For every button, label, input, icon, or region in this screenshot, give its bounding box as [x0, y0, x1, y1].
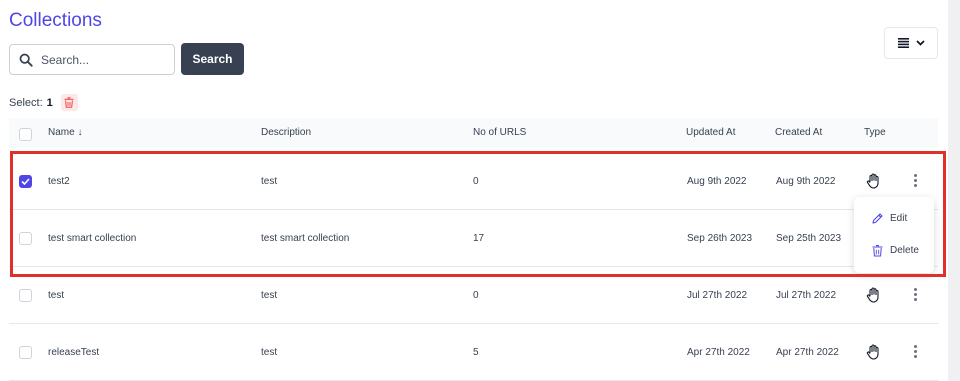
- row-url-count: 0: [473, 176, 479, 187]
- row-actions-dropdown: Edit Delete: [854, 197, 934, 273]
- row-name[interactable]: test2: [48, 176, 70, 187]
- search-input[interactable]: [41, 52, 161, 67]
- row-description: test smart collection: [261, 233, 350, 244]
- search-button[interactable]: Search: [181, 43, 244, 75]
- table-header: Name ↓ Description No of URLS Updated At…: [9, 118, 938, 148]
- page-title: Collections: [9, 10, 102, 31]
- row-description: test: [261, 347, 278, 358]
- select-all-checkbox[interactable]: [19, 128, 32, 141]
- row-checkbox[interactable]: [19, 289, 32, 302]
- table-row[interactable]: test2 test 0 Aug 9th 2022 Aug 9th 2022: [9, 153, 938, 210]
- view-toggle-button[interactable]: [884, 27, 938, 59]
- hand-icon: [866, 173, 879, 189]
- edit-menu-item[interactable]: Edit: [854, 203, 934, 233]
- row-name[interactable]: releaseTest: [48, 347, 99, 358]
- row-actions-menu-button[interactable]: [910, 345, 920, 361]
- row-updated-at: Aug 9th 2022: [687, 176, 747, 187]
- hand-icon: [866, 344, 879, 360]
- column-header-description[interactable]: Description: [261, 127, 311, 138]
- row-actions-menu-button[interactable]: [910, 174, 920, 190]
- vertical-scrollbar[interactable]: [948, 0, 960, 381]
- table-row[interactable]: test test 0 Jul 27th 2022 Jul 27th 2022: [9, 267, 938, 324]
- hand-icon: [866, 287, 879, 303]
- row-name[interactable]: test: [48, 290, 64, 301]
- column-header-urls[interactable]: No of URLS: [473, 127, 526, 138]
- delete-label: Delete: [890, 244, 919, 256]
- row-url-count: 17: [473, 233, 485, 244]
- pencil-icon: [872, 212, 883, 224]
- row-updated-at: Sep 26th 2023: [687, 233, 753, 244]
- column-header-updated-at[interactable]: Updated At: [686, 127, 735, 138]
- row-created-at: Aug 9th 2022: [776, 176, 836, 187]
- column-header-name[interactable]: Name ↓: [48, 127, 82, 138]
- row-updated-at: Apr 27th 2022: [687, 347, 750, 358]
- bulk-delete-button[interactable]: [60, 94, 78, 111]
- delete-menu-item[interactable]: Delete: [854, 235, 934, 265]
- row-created-at: Apr 27th 2022: [776, 347, 839, 358]
- selection-count: 1: [46, 96, 53, 109]
- row-description: test: [261, 290, 278, 301]
- column-header-created-at[interactable]: Created At: [775, 127, 822, 138]
- checkmark-icon: [21, 178, 30, 185]
- list-view-icon: [897, 38, 909, 48]
- table-row[interactable]: releaseTest test 5 Apr 27th 2022 Apr 27t…: [9, 324, 938, 381]
- row-actions-menu-button[interactable]: [910, 288, 920, 304]
- search-field[interactable]: [9, 44, 175, 75]
- row-checkbox[interactable]: [19, 232, 32, 245]
- row-updated-at: Jul 27th 2022: [687, 290, 748, 301]
- row-created-at: Jul 27th 2022: [776, 290, 837, 301]
- trash-icon: [872, 244, 883, 256]
- row-name[interactable]: test smart collection: [48, 233, 136, 244]
- row-created-at: Sep 25th 2023: [776, 233, 842, 244]
- table-row[interactable]: test smart collection test smart collect…: [9, 210, 938, 267]
- search-icon: [19, 53, 33, 67]
- row-description: test: [261, 176, 278, 187]
- trash-icon: [64, 97, 74, 108]
- selection-label: Select:: [9, 96, 43, 109]
- row-checkbox[interactable]: [19, 346, 32, 359]
- chevron-down-icon: [915, 40, 925, 46]
- row-checkbox[interactable]: [19, 175, 32, 188]
- row-url-count: 5: [473, 347, 479, 358]
- edit-label: Edit: [890, 212, 908, 224]
- row-url-count: 0: [473, 290, 479, 301]
- selection-bar: Select: 1: [9, 94, 78, 111]
- column-header-type: Type: [864, 127, 886, 138]
